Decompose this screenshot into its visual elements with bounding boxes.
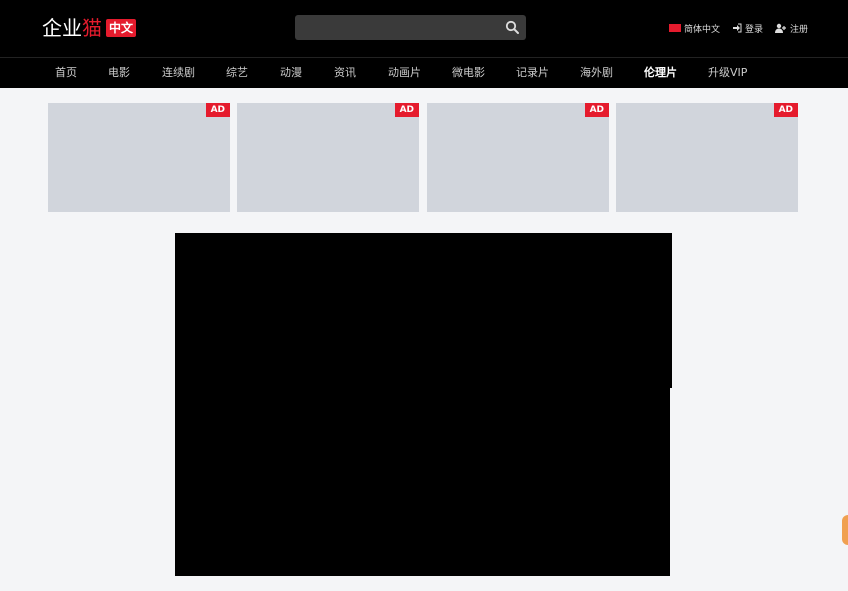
site-logo[interactable]: 企业 猫 中文: [42, 15, 137, 41]
nav-item-micro-film[interactable]: 微电影: [452, 58, 485, 89]
ad-badge: AD: [394, 103, 419, 117]
user-links: 简体中文 登录 注册: [668, 21, 808, 35]
video-player[interactable]: [175, 233, 672, 576]
search-input[interactable]: [303, 18, 493, 37]
logo-text-red: 猫: [82, 16, 102, 40]
side-float-tab[interactable]: [842, 515, 848, 545]
register-link[interactable]: 注册: [774, 22, 808, 35]
ad-banner-row: AD AD AD AD: [48, 103, 800, 213]
ad-banner[interactable]: AD: [48, 103, 230, 212]
ad-badge: AD: [773, 103, 798, 117]
nav-item-documentary[interactable]: 记录片: [516, 58, 549, 89]
nav-item-vip[interactable]: 升级VIP: [708, 58, 747, 89]
nav-item-series[interactable]: 连续剧: [162, 58, 195, 89]
register-label: 注册: [789, 24, 808, 35]
ad-banner[interactable]: AD: [427, 103, 609, 212]
nav-item-animation[interactable]: 动画片: [388, 58, 421, 89]
nav-item-variety[interactable]: 综艺: [226, 58, 248, 89]
ad-banner[interactable]: AD: [237, 103, 419, 212]
ad-badge: AD: [205, 103, 230, 117]
language-label: 简体中文: [683, 24, 720, 35]
video-edge-gap: [670, 388, 674, 578]
language-switch[interactable]: 简体中文: [668, 22, 720, 35]
nav-item-ethics[interactable]: 伦理片: [644, 58, 677, 89]
logo-text-white: 企业: [42, 16, 82, 40]
user-plus-icon: [774, 23, 786, 33]
login-label: 登录: [744, 24, 763, 35]
china-flag-icon: [668, 24, 681, 32]
top-header: 企业 猫 中文 简体中文 登录 注册: [0, 0, 848, 57]
main-nav: 首页 电影 连续剧 综艺 动漫 资讯 动画片 微电影 记录片 海外剧 伦理片 升…: [0, 57, 848, 88]
sign-in-icon: [732, 23, 742, 33]
nav-item-overseas[interactable]: 海外剧: [580, 58, 613, 89]
nav-item-news[interactable]: 资讯: [334, 58, 356, 89]
logo-badge: 中文: [106, 19, 137, 37]
ad-badge: AD: [584, 103, 609, 117]
search-box: [295, 15, 526, 40]
nav-item-anime[interactable]: 动漫: [280, 58, 302, 89]
nav-item-home[interactable]: 首页: [55, 58, 77, 89]
nav-item-movies[interactable]: 电影: [108, 58, 130, 89]
search-icon[interactable]: [505, 20, 520, 35]
ad-banner[interactable]: AD: [616, 103, 798, 212]
login-link[interactable]: 登录: [732, 22, 763, 35]
